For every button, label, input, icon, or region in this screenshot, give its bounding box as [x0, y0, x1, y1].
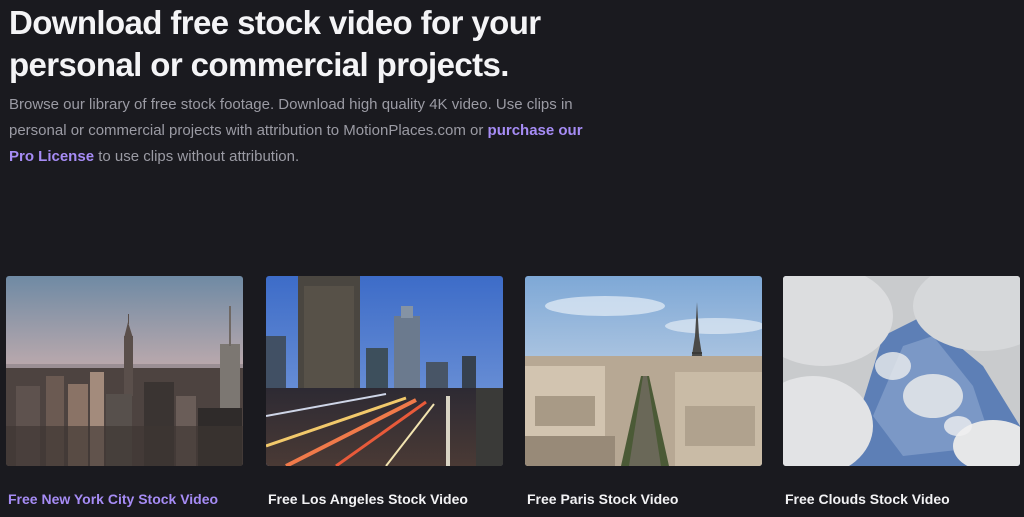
clouds-thumbnail[interactable] [783, 276, 1020, 466]
hero-section: Download free stock video for your perso… [9, 2, 649, 170]
category-title-paris[interactable]: Free Paris Stock Video [527, 491, 678, 507]
category-title-new-york[interactable]: Free New York City Stock Video [8, 491, 218, 507]
category-card-los-angeles[interactable]: Free Los Angeles Stock Video [266, 276, 503, 507]
page-title: Download free stock video for your perso… [9, 2, 649, 86]
page-title-line2: personal or commercial projects. [9, 46, 509, 83]
description-text-end: to use clips without attribution. [94, 148, 300, 165]
los-angeles-thumbnail[interactable] [266, 276, 503, 466]
category-title-clouds[interactable]: Free Clouds Stock Video [785, 491, 950, 507]
category-title-los-angeles[interactable]: Free Los Angeles Stock Video [268, 491, 468, 507]
category-card-clouds[interactable]: Free Clouds Stock Video [783, 276, 1020, 507]
video-category-grid: Free New York City Stock Video Free Los … [0, 276, 1024, 517]
category-card-paris[interactable]: Free Paris Stock Video [525, 276, 762, 507]
page-description: Browse our library of free stock footage… [9, 92, 609, 170]
page-title-line1: Download free stock video for your [9, 4, 541, 41]
paris-thumbnail[interactable] [525, 276, 762, 466]
new-york-thumbnail[interactable] [6, 276, 243, 466]
category-card-new-york[interactable]: Free New York City Stock Video [6, 276, 243, 507]
